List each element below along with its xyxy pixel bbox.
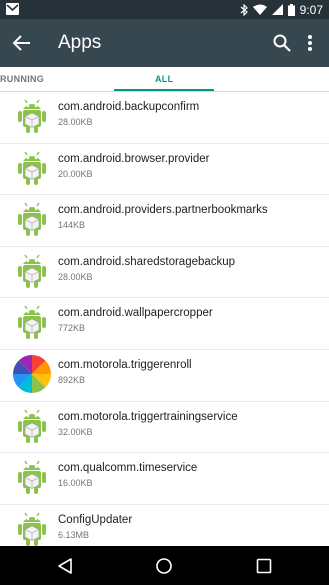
list-item[interactable]: com.android.backupconfirm 28.00KB	[0, 92, 329, 144]
app-size: 772KB	[58, 323, 86, 334]
android-robot-icon	[13, 458, 51, 496]
list-item[interactable]: com.android.wallpapercropper 772KB	[0, 298, 329, 350]
nav-home-icon[interactable]	[155, 557, 173, 575]
list-item[interactable]: com.android.providers.partnerbookmarks 1…	[0, 195, 329, 247]
bluetooth-icon	[240, 3, 248, 16]
app-size: 892KB	[58, 374, 86, 385]
app-size: 28.00KB	[58, 117, 93, 127]
app-bar: Apps	[0, 19, 329, 67]
list-item[interactable]: com.android.sharedstoragebackup 28.00KB	[0, 247, 329, 299]
list-item[interactable]: com.motorola.triggertrainingservice 32.0…	[0, 402, 329, 454]
back-arrow-icon[interactable]	[10, 31, 34, 55]
android-robot-icon	[13, 149, 51, 187]
android-robot-icon	[13, 303, 51, 341]
tab-indicator	[114, 89, 214, 91]
list-item[interactable]: com.qualcomm.timeservice 16.00KB	[0, 453, 329, 505]
app-name: com.qualcomm.timeservice	[58, 462, 198, 475]
app-size: 16.00KB	[58, 478, 93, 489]
app-size: 144KB	[58, 220, 86, 231]
app-size: 28.00KB	[58, 271, 93, 282]
android-robot-icon	[13, 510, 51, 546]
overflow-menu-icon[interactable]	[300, 31, 320, 55]
list-item[interactable]: com.motorola.triggerenroll 892KB	[0, 350, 329, 402]
list-item[interactable]: ConfigUpdater 6.13MB	[0, 505, 329, 546]
status-bar: 9:07	[0, 0, 329, 19]
app-name: com.android.providers.partnerbookmarks	[58, 204, 268, 217]
navigation-bar	[0, 546, 329, 585]
page-title: Apps	[58, 32, 102, 53]
android-robot-icon	[13, 407, 51, 445]
gmail-icon	[6, 3, 19, 15]
nav-recents-icon[interactable]	[256, 558, 272, 574]
app-name: ConfigUpdater	[58, 513, 133, 526]
status-icons: 9:07	[240, 0, 323, 19]
app-size: 20.00KB	[58, 168, 93, 179]
android-robot-icon	[13, 252, 51, 290]
android-robot-icon	[13, 200, 51, 238]
tab-all[interactable]: ALL	[155, 74, 173, 84]
tab-bar: RUNNING ALL	[0, 67, 329, 92]
app-list: com.android.backupconfirm 28.00KB com.an…	[0, 92, 329, 546]
app-name: com.motorola.triggertrainingservice	[58, 410, 238, 423]
app-name: com.android.browser.provider	[58, 152, 210, 165]
app-name: com.motorola.triggerenroll	[58, 358, 192, 371]
signal-icon	[271, 4, 283, 15]
app-name: com.android.wallpapercropper	[58, 307, 213, 320]
wifi-icon	[252, 4, 267, 15]
list-item[interactable]: com.android.browser.provider 20.00KB	[0, 144, 329, 196]
nav-back-icon[interactable]	[56, 557, 74, 575]
app-name: com.android.backupconfirm	[58, 101, 200, 113]
android-robot-icon	[13, 97, 51, 135]
tab-running[interactable]: RUNNING	[0, 74, 44, 84]
battery-icon	[287, 3, 295, 16]
app-name: com.android.sharedstoragebackup	[58, 255, 236, 268]
app-size: 32.00KB	[58, 426, 93, 437]
app-size: 6.13MB	[58, 529, 90, 540]
motorola-pinwheel-icon	[13, 354, 51, 393]
search-icon[interactable]	[270, 31, 294, 55]
status-time: 9:07	[299, 2, 323, 17]
